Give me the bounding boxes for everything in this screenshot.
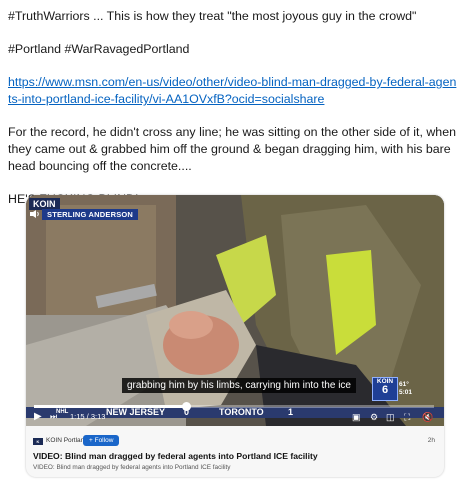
fullscreen-icon[interactable]: ⛶ [404,411,410,423]
post-paragraph: For the record, he didn't cross any line… [8,125,456,173]
video-card[interactable]: KOIN STERLING ANDERSON grabbing him by h… [26,195,444,477]
card-title[interactable]: VIDEO: Blind man dragged by federal agen… [33,451,437,461]
follow-button[interactable]: + Follow [83,435,120,446]
post-hashtags: #Portland #WarRavagedPortland [8,42,190,56]
speaker-icon[interactable] [30,210,40,218]
closed-caption: grabbing him by his limbs, carrying him … [122,378,356,393]
video-player[interactable]: KOIN STERLING ANDERSON grabbing him by h… [26,195,444,426]
station-bug: KOIN 6 [372,377,398,401]
source-row: K KOIN Portland + Follow 2h [33,435,437,449]
clock: 5:01 [399,389,413,396]
progress-bar[interactable] [34,402,434,411]
temperature: 61° [399,381,409,388]
captions-icon[interactable]: ▣ [352,411,361,423]
player-controls: ▶ ⏭ 1:15 / 3:13 ▣ ⚙ ◫ ⛶ 🔇 [26,409,444,426]
pip-icon[interactable]: ◫ [386,411,395,423]
article-link[interactable]: https://www.msn.com/en-us/video/other/vi… [8,75,456,106]
card-subtitle: VIDEO: Blind man dragged by federal agen… [33,464,231,471]
post-age: 2h [427,437,435,444]
source-logo-icon: K [33,438,43,445]
play-icon[interactable]: ▶ [34,411,42,423]
settings-icon[interactable]: ⚙ [370,411,378,423]
post-hashtag-line: #TruthWarriors ... This is how they trea… [8,9,417,23]
card-meta: K KOIN Portland + Follow 2h VIDEO: Blind… [33,435,437,471]
bug-number: 6 [381,384,389,396]
source-name[interactable]: KOIN Portland [46,437,88,444]
skip-icon[interactable]: ⏭ [50,411,57,423]
post-body: #TruthWarriors ... This is how they trea… [8,8,458,224]
time-display: 1:15 / 3:13 [70,412,106,421]
progress-fill [34,405,186,408]
weather-readout: 61° 5:01 [399,381,412,397]
reporter-name-bar: STERLING ANDERSON [42,209,139,220]
volume-icon[interactable]: 🔇 [422,411,433,423]
